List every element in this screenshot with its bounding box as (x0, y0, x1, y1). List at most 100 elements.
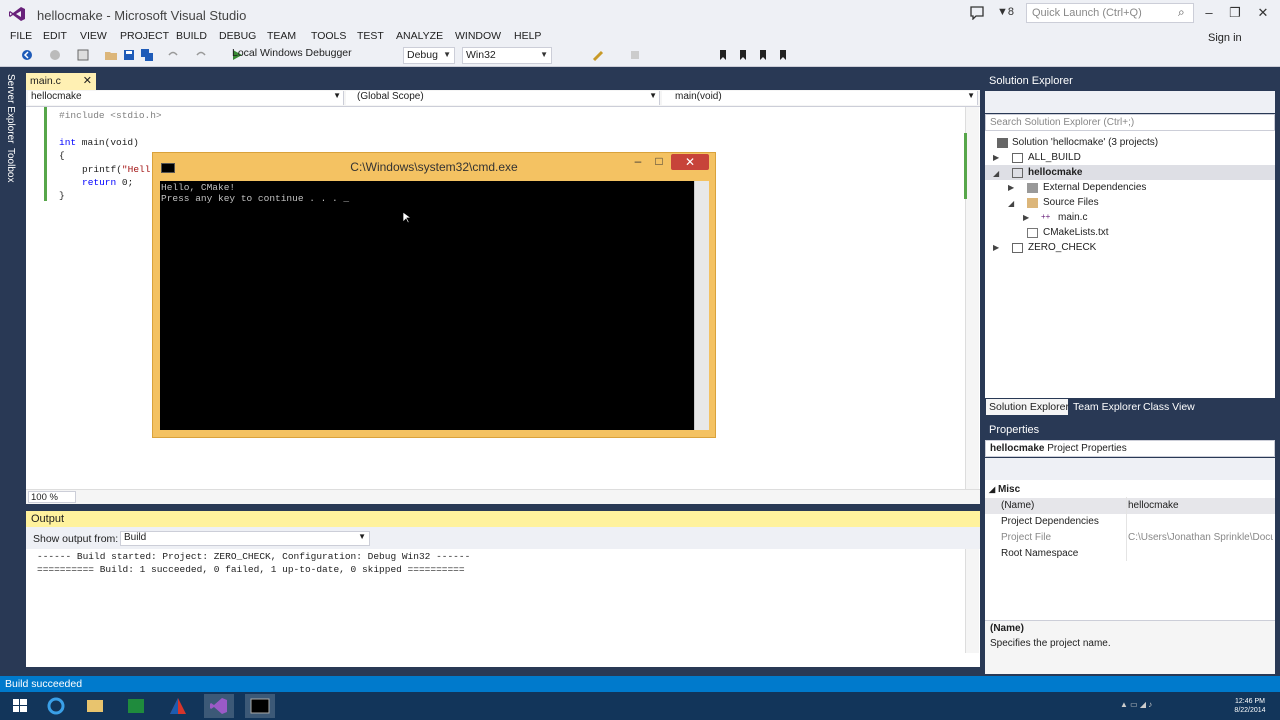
restore-button[interactable]: ❐ (1222, 4, 1248, 22)
server-explorer-tab[interactable]: Server Explorer (5, 74, 16, 143)
new-project-icon[interactable] (76, 48, 90, 62)
attach-icon[interactable] (592, 48, 606, 62)
next-bookmark-icon[interactable] (736, 48, 750, 62)
redo-icon[interactable] (194, 48, 208, 62)
toolbox-tab[interactable]: Toolbox (5, 148, 16, 182)
command-prompt-taskbar-icon[interactable] (245, 694, 275, 718)
expand-arrow-icon[interactable]: ▶ (993, 243, 999, 252)
configuration-select[interactable]: Debug ▼ (403, 47, 455, 64)
clock-time: 12:46 PM (1235, 698, 1265, 705)
platform-select[interactable]: Win32 ▼ (462, 47, 552, 64)
quick-launch-input[interactable]: Quick Launch (Ctrl+Q) (1026, 3, 1194, 23)
prev-bookmark-icon[interactable] (756, 48, 770, 62)
collapse-arrow-icon[interactable]: ◢ (1008, 199, 1014, 208)
undo-icon[interactable] (166, 48, 180, 62)
editor-horizontal-scrollbar[interactable] (26, 489, 980, 504)
feedback-filter-icon[interactable]: ▼8 (997, 6, 1017, 20)
change-margin (44, 107, 47, 201)
tree-item-main-c[interactable]: main.c (1058, 212, 1087, 223)
visual-studio-logo-icon (8, 6, 26, 22)
output-scrollbar[interactable] (965, 549, 979, 653)
expand-arrow-icon[interactable]: ▶ (1023, 213, 1029, 222)
visual-studio-taskbar-icon[interactable] (204, 694, 234, 718)
file-explorer-icon[interactable] (80, 694, 110, 718)
collapse-arrow-icon[interactable]: ◢ (989, 485, 995, 494)
tree-item-source-files[interactable]: Source Files (1043, 197, 1099, 208)
editor-vertical-scrollbar[interactable] (965, 107, 979, 489)
tab-class-view[interactable]: Class View (1143, 401, 1195, 413)
dependencies-icon (1027, 183, 1038, 193)
output-pane-header[interactable] (26, 511, 980, 527)
cmd-minimize-button[interactable]: – (630, 154, 646, 168)
show-output-label: Show output from: (33, 533, 119, 545)
clear-bookmarks-icon[interactable] (776, 48, 790, 62)
cmd-close-button[interactable]: ✕ (671, 154, 709, 170)
excel-icon[interactable] (121, 694, 151, 718)
save-icon[interactable] (122, 48, 136, 62)
property-row[interactable]: Root Namespace (985, 546, 1275, 562)
tree-item-cmakelists[interactable]: CMakeLists.txt (1043, 227, 1109, 238)
tree-item-hellocmake[interactable]: hellocmake (1028, 167, 1082, 178)
scrollbar-change-marker (964, 133, 967, 199)
bookmark-icon[interactable] (716, 48, 730, 62)
internet-explorer-icon[interactable] (41, 694, 71, 718)
zoom-select[interactable]: 100 % (28, 491, 76, 503)
menu-file[interactable]: FILE (10, 30, 32, 42)
property-row[interactable]: Project Dependencies (985, 514, 1275, 530)
menu-help[interactable]: HELP (514, 30, 541, 42)
menu-edit[interactable]: EDIT (43, 30, 67, 42)
close-tab-icon[interactable]: ✕ (83, 74, 92, 87)
collapse-arrow-icon[interactable]: ◢ (993, 169, 999, 178)
left-tool-tabs: Server Explorer Toolbox (0, 68, 24, 674)
property-row[interactable]: (Name) hellocmake (985, 498, 1275, 514)
menu-team[interactable]: TEAM (267, 30, 296, 42)
tree-item-external-dependencies[interactable]: External Dependencies (1043, 182, 1146, 193)
menu-view[interactable]: VIEW (80, 30, 107, 42)
menu-analyze[interactable]: ANALYZE (396, 30, 443, 42)
properties-object-select[interactable]: hellocmake Project Properties (985, 440, 1275, 457)
menu-test[interactable]: TEST (357, 30, 384, 42)
console-scrollbar[interactable] (694, 181, 709, 430)
expand-arrow-icon[interactable]: ▶ (993, 153, 999, 162)
property-row[interactable]: Project File C:\Users\Jonathan Sprinkle\D… (985, 530, 1275, 546)
tab-solution-explorer[interactable]: Solution Explorer (989, 401, 1069, 413)
project-dropdown[interactable]: hellocmake ▼ (28, 91, 344, 105)
save-all-icon[interactable] (140, 48, 154, 62)
tab-team-explorer[interactable]: Team Explorer (1073, 401, 1141, 413)
standard-toolbar: Debug ▼ Win32 ▼ (0, 45, 1280, 67)
status-bar (0, 676, 1280, 692)
close-button[interactable]: ✕ (1250, 4, 1276, 22)
notification-flag-icon[interactable] (969, 6, 985, 20)
properties-category[interactable]: ◢ Misc (989, 484, 1020, 495)
expand-arrow-icon[interactable]: ▶ (1008, 183, 1014, 192)
solution-explorer-search-input[interactable]: Search Solution Explorer (Ctrl+;) (985, 114, 1275, 131)
cmd-maximize-button[interactable]: □ (651, 154, 667, 168)
local-windows-debugger-button[interactable]: Local Windows Debugger (232, 47, 352, 59)
console-output[interactable] (160, 181, 694, 430)
tree-item-all-build[interactable]: ALL_BUILD (1028, 152, 1081, 163)
start-button[interactable] (5, 694, 35, 718)
find-icon[interactable] (628, 48, 642, 62)
system-tray-icons[interactable]: ▲ ▭ ◢ ♪ (1120, 700, 1215, 712)
property-column-divider[interactable] (1126, 497, 1127, 561)
open-folder-icon[interactable] (104, 48, 118, 62)
menu-window[interactable]: WINDOW (455, 30, 501, 42)
tab-label: main.c (30, 75, 61, 87)
taskbar-clock[interactable]: 12:46 PM 8/22/2014 (1225, 697, 1275, 715)
sign-in-link[interactable]: Sign in (1208, 32, 1242, 44)
minimize-button[interactable]: – (1196, 4, 1222, 22)
menu-build[interactable]: BUILD (176, 30, 207, 42)
menu-debug[interactable]: DEBUG (219, 30, 256, 42)
scope-dropdown[interactable]: (Global Scope) ▼ (346, 91, 660, 105)
back-icon[interactable] (20, 48, 34, 62)
menu-project[interactable]: PROJECT (120, 30, 169, 42)
tree-item-solution[interactable]: Solution 'hellocmake' (3 projects) (1012, 137, 1158, 148)
tab-main-c[interactable]: main.c ✕ (26, 73, 96, 90)
tree-item-zero-check[interactable]: ZERO_CHECK (1028, 242, 1096, 253)
menu-tools[interactable]: TOOLS (311, 30, 346, 42)
forward-icon[interactable] (48, 48, 62, 62)
search-icon[interactable]: ⌕ (1178, 5, 1185, 20)
cmake-icon[interactable] (163, 694, 193, 718)
function-dropdown[interactable]: main(void) ▼ (662, 91, 978, 105)
output-source-select[interactable]: Build ▼ (120, 531, 370, 546)
